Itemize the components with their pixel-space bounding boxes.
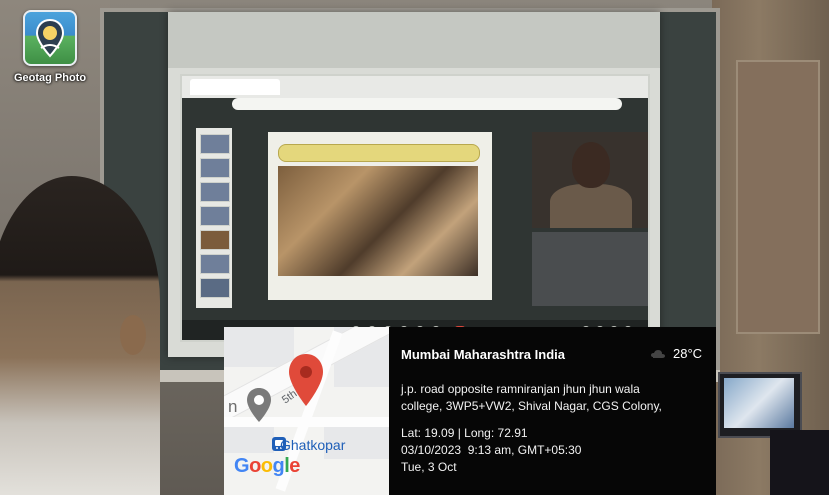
slide-thumbnail-rail (196, 128, 232, 308)
geotag-photo-app-icon (23, 10, 77, 66)
address-text: j.p. road opposite ramniranjan jhun jhun… (401, 381, 701, 415)
coordinates-block: Lat: 19.09 | Long: 72.91 03/10/2023 9:13… (401, 425, 581, 476)
red-location-pin-icon (289, 354, 323, 406)
map-label-n: n (228, 397, 238, 416)
geotag-photo-shortcut[interactable]: Geotag Photo (8, 10, 92, 90)
slide-photo (278, 166, 478, 276)
gray-location-pin-icon (247, 388, 271, 422)
lat-long: Lat: 19.09 | Long: 72.91 (401, 426, 528, 440)
projected-slide (268, 132, 492, 300)
participant-video-2 (532, 232, 648, 306)
desktop-icon-label: Geotag Photo (13, 72, 87, 84)
address-line-1: j.p. road opposite ramniranjan jhun jhun… (401, 382, 640, 396)
temperature: 28°C (673, 346, 703, 361)
laptop-screen (718, 372, 802, 438)
map-place-label: Ghatkopar (280, 437, 346, 453)
location-info-panel: Mumbai Maharashtra India 28°C j.p. road … (389, 327, 716, 495)
projection-screen (168, 12, 660, 357)
address-line-2: college, 3WP5+VW2, Shival Nagar, CGS Col… (401, 399, 662, 413)
weather-icon (651, 350, 665, 358)
participant-video (532, 132, 648, 228)
projected-browser-window (180, 74, 650, 342)
day-date: Tue, 3 Oct (401, 460, 457, 474)
location-title: Mumbai Maharashtra India (401, 347, 565, 362)
google-logo: Google (234, 455, 300, 477)
map-thumbnail: n 5th Ghatkopar Google (224, 327, 389, 495)
date-time: 03/10/2023 9:13 am, GMT+05:30 (401, 443, 582, 457)
geotag-stamp: n 5th Ghatkopar Google Mumbai Maharashtr… (224, 327, 716, 495)
